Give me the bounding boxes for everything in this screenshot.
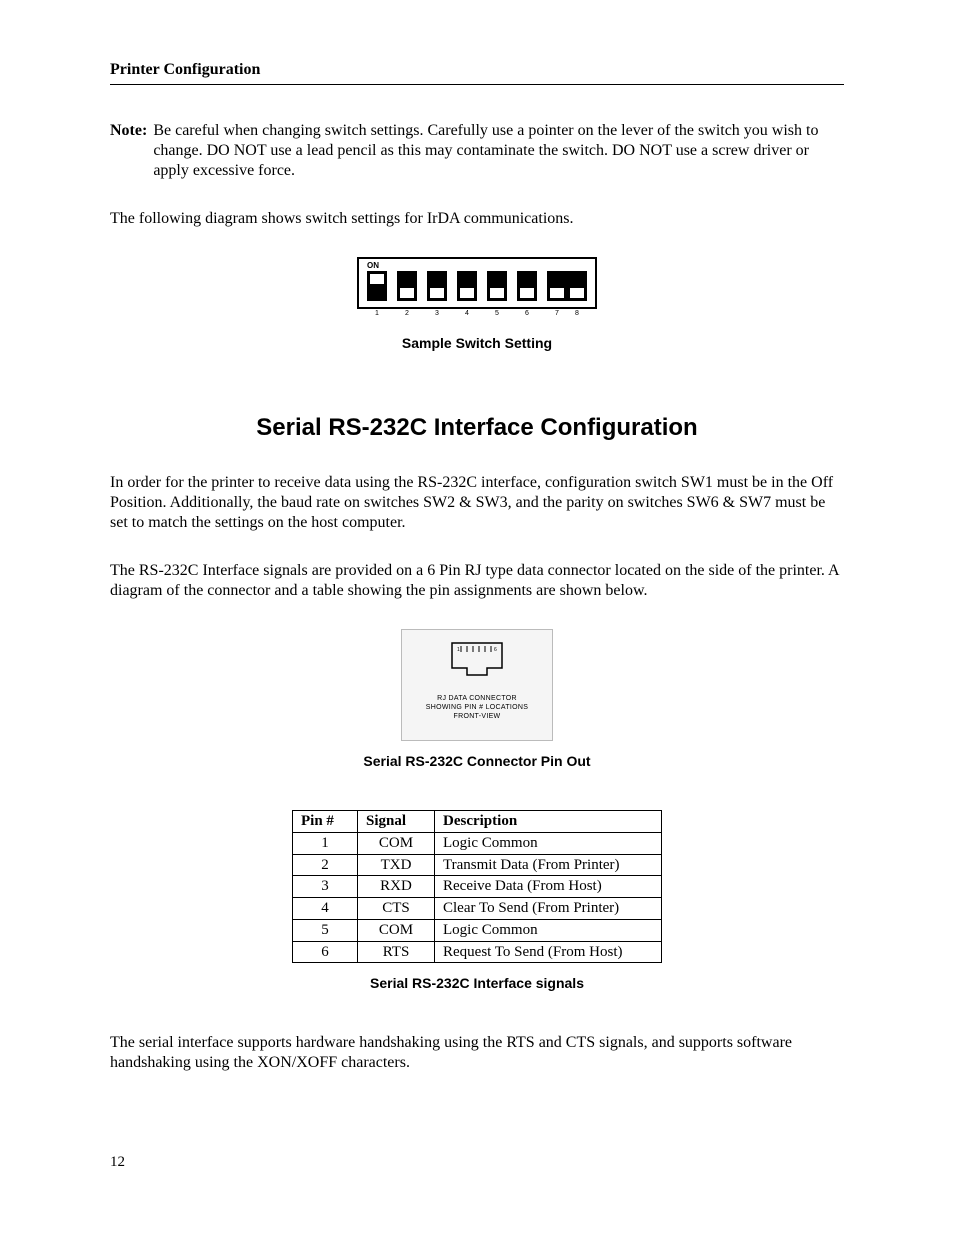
pinout-header-desc: Description [435, 811, 662, 833]
svg-text:ON: ON [367, 261, 379, 270]
table-caption: Serial RS-232C Interface signals [110, 975, 844, 993]
note-label: Note: [110, 121, 147, 181]
closing-paragraph: The serial interface supports hardware h… [110, 1033, 844, 1073]
dip-switch-figure: ON 1 2 3 4 5 6 7 8 [110, 257, 844, 323]
pinout-table: Pin # Signal Description 1COMLogic Commo… [292, 810, 662, 963]
table-row: 2TXDTransmit Data (From Printer) [293, 854, 662, 876]
svg-text:2: 2 [405, 310, 409, 317]
svg-text:7: 7 [555, 310, 559, 317]
dip-switch-icon: ON 1 2 3 4 5 6 7 8 [357, 257, 597, 317]
table-row: 1COMLogic Common [293, 832, 662, 854]
table-row: 4CTSClear To Send (From Printer) [293, 898, 662, 920]
note-block: Note: Be careful when changing switch se… [110, 121, 844, 181]
page-number: 12 [110, 1153, 844, 1172]
table-row: 5COMLogic Common [293, 919, 662, 941]
pinout-header-pin: Pin # [293, 811, 358, 833]
rj-connector-icon: 1 6 [447, 640, 507, 680]
svg-text:3: 3 [435, 310, 439, 317]
svg-text:6: 6 [525, 310, 529, 317]
svg-text:4: 4 [465, 310, 469, 317]
svg-text:6: 6 [494, 647, 497, 653]
table-row: 6RTSRequest To Send (From Host) [293, 941, 662, 963]
serial-para-2: The RS-232C Interface signals are provid… [110, 561, 844, 601]
svg-text:1: 1 [457, 647, 460, 653]
svg-text:8: 8 [575, 310, 579, 317]
note-text: Be careful when changing switch settings… [153, 121, 844, 181]
page-header: Printer Configuration [110, 60, 844, 85]
intro-paragraph: The following diagram shows switch setti… [110, 209, 844, 229]
table-row: 3RXDReceive Data (From Host) [293, 876, 662, 898]
section-heading: Serial RS-232C Interface Configuration [110, 413, 844, 443]
serial-para-1: In order for the printer to receive data… [110, 473, 844, 533]
connector-label: RJ DATA CONNECTOR SHOWING PIN # LOCATION… [402, 694, 552, 721]
connector-figure: 1 6 RJ DATA CONNECTOR SHOWING PIN # LOCA… [401, 629, 553, 741]
pinout-header-signal: Signal [358, 811, 435, 833]
svg-text:5: 5 [495, 310, 499, 317]
dip-caption: Sample Switch Setting [110, 335, 844, 353]
svg-text:1: 1 [375, 310, 379, 317]
connector-caption: Serial RS-232C Connector Pin Out [110, 753, 844, 771]
